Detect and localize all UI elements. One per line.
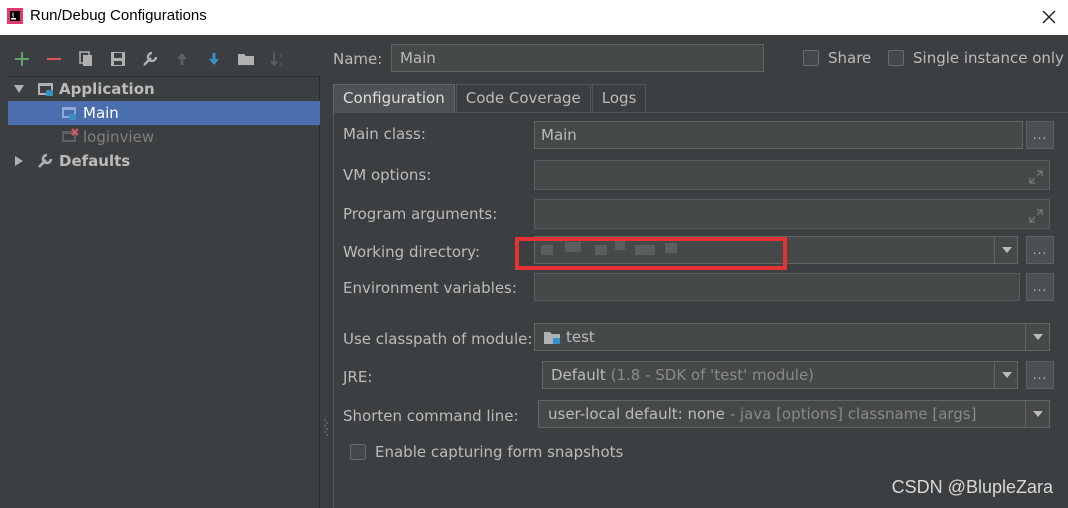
config-tabs: Configuration Code Coverage Logs bbox=[333, 84, 647, 112]
invalid-config-icon bbox=[62, 128, 79, 142]
form-snapshots-label: Enable capturing form snapshots bbox=[375, 443, 624, 461]
move-up-button[interactable] bbox=[170, 47, 194, 71]
working-directory-dropdown-button[interactable] bbox=[994, 236, 1018, 264]
jre-detail: (1.8 - SDK of 'test' module) bbox=[610, 366, 815, 384]
title-bar: IJ Run/Debug Configurations bbox=[0, 0, 1068, 35]
configuration-tree: Application Main loginview Defaults bbox=[8, 76, 320, 508]
tab-configuration[interactable]: Configuration bbox=[333, 84, 455, 112]
create-folder-button[interactable] bbox=[234, 47, 258, 71]
jre-select[interactable]: Default (1.8 - SDK of 'test' module) bbox=[542, 361, 1018, 389]
application-icon bbox=[38, 83, 53, 96]
move-down-button[interactable] bbox=[202, 47, 226, 71]
form-snapshots-checkbox-box[interactable] bbox=[350, 444, 366, 460]
jre-dropdown-button[interactable] bbox=[994, 361, 1018, 389]
panel-splitter[interactable] bbox=[321, 35, 331, 508]
environment-variables-label: Environment variables: bbox=[343, 279, 517, 297]
svg-text:IJ: IJ bbox=[12, 13, 15, 19]
tab-code-coverage[interactable]: Code Coverage bbox=[455, 84, 591, 112]
program-arguments-input[interactable] bbox=[534, 199, 1050, 229]
copy-icon bbox=[79, 51, 92, 66]
highlight-box bbox=[515, 237, 787, 270]
name-input[interactable]: Main bbox=[391, 44, 764, 72]
shorten-command-line-label: Shorten command line: bbox=[343, 407, 519, 425]
module-folder-icon bbox=[544, 331, 560, 344]
jre-value: Default bbox=[551, 366, 606, 384]
configuration-tab-body: Main class: Main ... VM options: Program… bbox=[333, 112, 1068, 508]
tree-node-main[interactable]: Main bbox=[8, 101, 320, 125]
tree-node-defaults[interactable]: Defaults bbox=[8, 149, 320, 173]
shorten-value: user-local default: none bbox=[548, 405, 725, 423]
working-directory-label: Working directory: bbox=[343, 243, 481, 261]
vm-options-input[interactable] bbox=[534, 160, 1050, 190]
share-checkbox[interactable]: Share bbox=[803, 49, 871, 67]
save-icon bbox=[111, 52, 125, 66]
jre-label: JRE: bbox=[343, 368, 373, 386]
folder-icon bbox=[238, 54, 254, 65]
tree-label-defaults: Defaults bbox=[59, 152, 131, 170]
environment-variables-input[interactable] bbox=[534, 273, 1020, 301]
main-class-browse-button[interactable]: ... bbox=[1026, 121, 1054, 149]
tree-toolbar: az bbox=[10, 45, 290, 73]
shorten-detail: - java [options] classname [args] bbox=[729, 405, 977, 423]
arrow-up-icon bbox=[177, 53, 187, 65]
classpath-module-label: Use classpath of module: bbox=[343, 330, 533, 348]
single-instance-checkbox-box[interactable] bbox=[888, 50, 904, 66]
tree-node-application[interactable]: Application bbox=[8, 77, 320, 101]
tree-label-application: Application bbox=[59, 80, 155, 98]
intellij-icon: IJ bbox=[7, 8, 23, 24]
arrow-down-icon bbox=[209, 53, 219, 65]
program-arguments-label: Program arguments: bbox=[343, 205, 498, 223]
classpath-module-value: test bbox=[566, 328, 595, 346]
expand-icon[interactable] bbox=[1029, 209, 1043, 223]
vm-options-label: VM options: bbox=[343, 166, 432, 184]
shorten-dropdown-button[interactable] bbox=[1025, 400, 1049, 428]
svg-text:z: z bbox=[279, 61, 282, 68]
svg-text:a: a bbox=[279, 52, 283, 59]
share-label: Share bbox=[828, 49, 872, 67]
chevron-down-icon bbox=[1032, 334, 1043, 340]
working-directory-browse-button[interactable]: ... bbox=[1026, 236, 1054, 264]
sort-az-icon: az bbox=[270, 52, 283, 68]
wrench-icon bbox=[143, 51, 158, 66]
application-config-icon bbox=[62, 107, 76, 120]
minus-icon bbox=[47, 58, 61, 60]
collapse-arrow-icon[interactable] bbox=[12, 155, 26, 167]
splitter-grip-icon[interactable] bbox=[323, 417, 329, 437]
single-instance-checkbox[interactable]: Single instance only bbox=[888, 49, 1064, 67]
close-icon[interactable] bbox=[1038, 6, 1060, 28]
chevron-down-icon bbox=[1032, 411, 1043, 417]
main-class-label: Main class: bbox=[343, 125, 426, 143]
plus-icon bbox=[15, 52, 29, 66]
copy-configuration-button[interactable] bbox=[74, 47, 98, 71]
tree-label-main: Main bbox=[83, 104, 119, 122]
shorten-command-line-select[interactable]: user-local default: none - java [options… bbox=[538, 400, 1050, 428]
form-snapshots-checkbox[interactable]: Enable capturing form snapshots bbox=[350, 443, 623, 461]
share-checkbox-box[interactable] bbox=[803, 50, 819, 66]
jre-browse-button[interactable]: ... bbox=[1026, 361, 1054, 389]
tree-label-loginview: loginview bbox=[83, 128, 155, 146]
chevron-down-icon bbox=[1001, 247, 1012, 253]
save-configuration-button[interactable] bbox=[106, 47, 130, 71]
tab-logs[interactable]: Logs bbox=[591, 84, 647, 112]
main-class-input[interactable]: Main bbox=[534, 121, 1023, 149]
name-label: Name: bbox=[333, 50, 383, 68]
configurations-panel: az Application Main loginview Defaults bbox=[0, 35, 320, 508]
watermark: CSDN @BlupleZara bbox=[891, 477, 1053, 497]
environment-variables-browse-button[interactable]: ... bbox=[1026, 273, 1054, 301]
expand-icon[interactable] bbox=[1029, 170, 1043, 184]
window-title: Run/Debug Configurations bbox=[30, 7, 207, 24]
classpath-module-select[interactable]: test bbox=[534, 323, 1050, 351]
classpath-dropdown-button[interactable] bbox=[1025, 323, 1049, 351]
wrench-icon bbox=[38, 153, 53, 168]
remove-configuration-button[interactable] bbox=[42, 47, 66, 71]
single-instance-label: Single instance only bbox=[913, 49, 1064, 67]
tree-node-loginview[interactable]: loginview bbox=[8, 125, 320, 149]
expand-arrow-icon[interactable] bbox=[12, 83, 26, 95]
chevron-down-icon bbox=[1001, 372, 1012, 378]
sort-button[interactable]: az bbox=[266, 47, 290, 71]
configuration-editor: Name: Main Share Single instance only Co… bbox=[333, 35, 1068, 508]
edit-defaults-button[interactable] bbox=[138, 47, 162, 71]
add-configuration-button[interactable] bbox=[10, 47, 34, 71]
